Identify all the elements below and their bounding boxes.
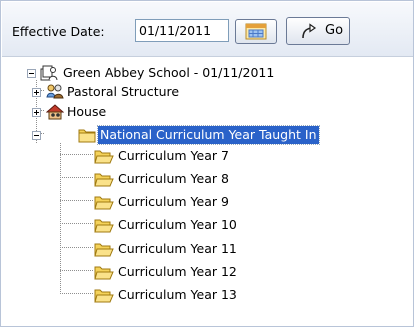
folder-open-icon bbox=[94, 243, 114, 257]
tree-node-label: Curriculum Year 10 bbox=[118, 217, 237, 232]
tree-node-curriculum-year[interactable]: Curriculum Year 7 bbox=[1, 147, 401, 165]
folder-open-icon bbox=[94, 266, 114, 280]
tree-node-curriculum-year[interactable]: Curriculum Year 9 bbox=[1, 193, 401, 211]
expand-toggle[interactable] bbox=[32, 88, 41, 97]
collapse-toggle[interactable] bbox=[32, 131, 41, 140]
tree-node-national-curriculum[interactable]: National Curriculum Year Taught In bbox=[1, 125, 401, 145]
go-button[interactable]: Go bbox=[286, 17, 350, 45]
tree-node-pastoral-structure[interactable]: Pastoral Structure bbox=[1, 83, 401, 101]
curved-arrow-icon bbox=[302, 23, 317, 39]
calendar-icon bbox=[245, 23, 267, 40]
tree-node-label: Curriculum Year 11 bbox=[118, 241, 237, 256]
tree-node-label: Curriculum Year 12 bbox=[118, 264, 237, 279]
tree-node-curriculum-year[interactable]: Curriculum Year 11 bbox=[1, 240, 401, 258]
tree-node-root[interactable]: Green Abbey School - 01/11/2011 bbox=[1, 64, 401, 82]
folder-open-icon bbox=[94, 196, 114, 210]
house-icon bbox=[46, 104, 64, 120]
folder-open-icon bbox=[94, 289, 114, 303]
tree-node-label: Curriculum Year 13 bbox=[118, 287, 237, 302]
calendar-button[interactable] bbox=[235, 19, 277, 44]
folder-open-icon bbox=[94, 219, 114, 233]
tree-node-label: House bbox=[67, 104, 107, 119]
expand-toggle[interactable] bbox=[32, 108, 41, 117]
tree-node-label: Pastoral Structure bbox=[67, 84, 180, 99]
tree-view[interactable]: Green Abbey School - 01/11/2011 Pastoral… bbox=[1, 61, 415, 326]
folder-open-icon bbox=[94, 173, 114, 187]
go-button-label: Go bbox=[325, 23, 344, 38]
tree-node-curriculum-year[interactable]: Curriculum Year 12 bbox=[1, 263, 401, 281]
toolbar: Effective Date: Go bbox=[2, 2, 413, 57]
tree-node-label: Curriculum Year 9 bbox=[118, 194, 229, 209]
collapse-toggle[interactable] bbox=[27, 69, 36, 78]
tree-node-label: National Curriculum Year Taught In bbox=[97, 125, 320, 145]
school-icon bbox=[40, 65, 58, 81]
tree-node-curriculum-year[interactable]: Curriculum Year 8 bbox=[1, 170, 401, 188]
tree-node-label: Curriculum Year 8 bbox=[118, 171, 229, 186]
tree-node-curriculum-year[interactable]: Curriculum Year 10 bbox=[1, 216, 401, 234]
folder-icon bbox=[78, 129, 96, 143]
folder-open-icon bbox=[94, 150, 114, 164]
effective-date-input[interactable] bbox=[135, 19, 229, 42]
tree-node-curriculum-year[interactable]: Curriculum Year 13 bbox=[1, 286, 401, 304]
effective-date-label: Effective Date: bbox=[12, 24, 105, 39]
tree-node-house[interactable]: House bbox=[1, 103, 401, 121]
tree-node-label: Curriculum Year 7 bbox=[118, 148, 229, 163]
pastoral-structure-icon bbox=[46, 84, 64, 99]
effective-date-panel: Effective Date: Go bbox=[0, 0, 414, 327]
tree-node-label: Green Abbey School - 01/11/2011 bbox=[63, 65, 275, 80]
